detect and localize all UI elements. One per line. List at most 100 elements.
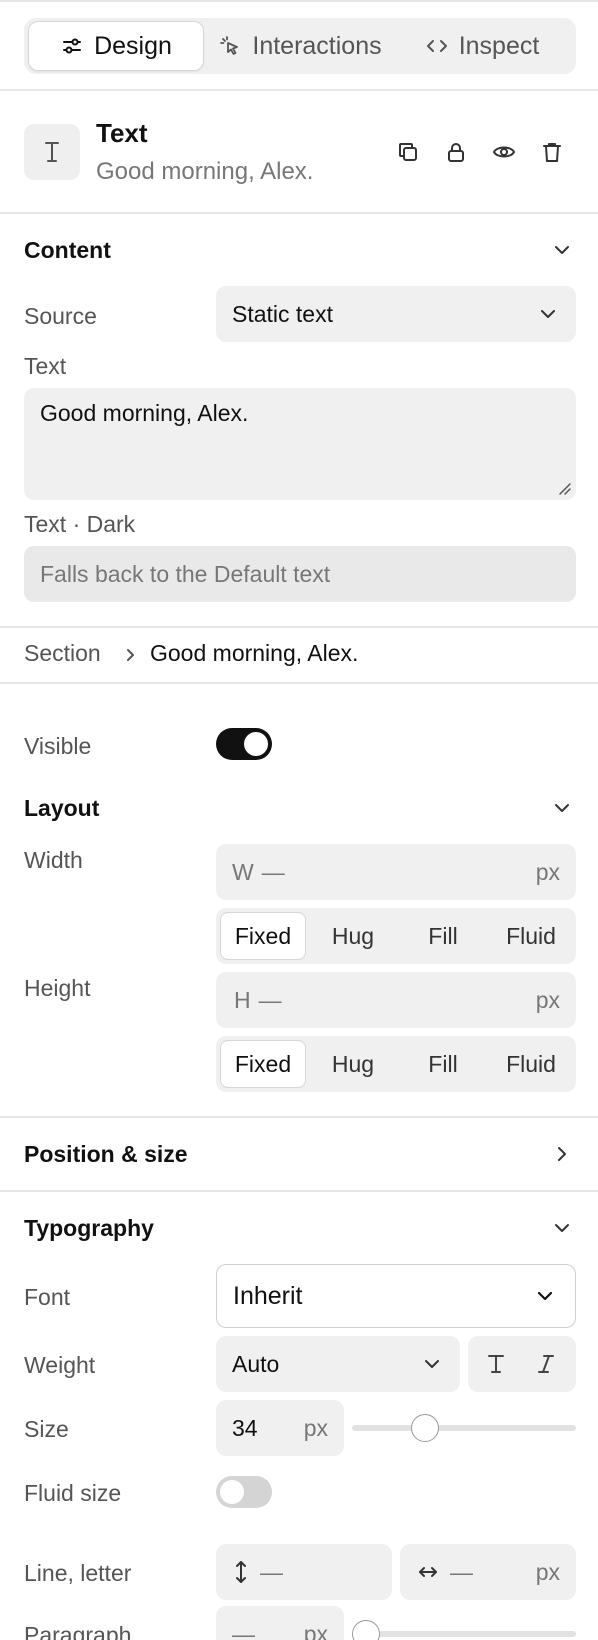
upright-style-button[interactable] [476, 1344, 516, 1384]
content-divider [0, 626, 598, 628]
layout-section-title: Layout [24, 795, 100, 821]
height-mode-fill[interactable]: Fill [400, 1040, 486, 1088]
visibility-button[interactable] [488, 136, 520, 168]
text-label: Text [24, 353, 67, 379]
size-value: 34 [232, 1414, 258, 1441]
height-value: — [258, 986, 282, 1013]
position-size-section-title[interactable]: Position & size [24, 1141, 188, 1168]
chevron-right-icon [127, 649, 134, 661]
layout-divider [0, 1116, 598, 1118]
letter-spacing-unit: px [535, 1558, 560, 1585]
height-mode-fixed[interactable]: Fixed [220, 1040, 306, 1088]
size-slider-thumb[interactable] [410, 1414, 439, 1442]
text-dark-placeholder: Falls back to the Default text [40, 560, 331, 587]
delete-button[interactable] [536, 136, 568, 168]
tab-interactions[interactable]: Interactions [210, 21, 390, 71]
eye-icon [493, 146, 515, 158]
height-label: Height [24, 975, 91, 1001]
tab-inspect[interactable]: Inspect [398, 21, 566, 71]
size-unit: px [303, 1414, 328, 1441]
code-brackets-icon [426, 40, 447, 52]
breadcrumb-divider [0, 682, 598, 684]
content-section-title: Content [24, 237, 111, 263]
paragraph-label: Paragraph [24, 1622, 132, 1640]
paragraph-unit: px [303, 1620, 328, 1640]
width-mode-fill[interactable]: Fill [400, 912, 486, 960]
weight-select[interactable]: Auto [216, 1336, 460, 1392]
duplicate-button[interactable] [392, 136, 424, 168]
width-mode-fluid[interactable]: Fluid [488, 912, 574, 960]
position-divider [0, 1190, 598, 1192]
width-mode-fixed[interactable]: Fixed [220, 912, 306, 960]
size-input[interactable]: 34 px [216, 1400, 344, 1456]
letter-spacing-value: — [450, 1558, 473, 1585]
width-input[interactable]: W — px [216, 844, 576, 900]
letter-spacing-input[interactable]: — px [400, 1544, 576, 1600]
chevron-down-icon[interactable] [550, 796, 574, 820]
top-divider [0, 0, 598, 2]
resize-handle-icon[interactable] [556, 480, 572, 496]
height-prefix: H [234, 986, 251, 1013]
font-label: Font [24, 1284, 71, 1310]
tabs-divider [0, 89, 598, 91]
paragraph-slider[interactable] [352, 1620, 576, 1640]
chevron-down-icon [537, 1291, 553, 1301]
header-divider [0, 212, 598, 214]
toggle-knob [244, 732, 268, 756]
height-unit: px [535, 986, 560, 1013]
chevron-down-icon[interactable] [550, 238, 574, 262]
paragraph-value: — [232, 1620, 255, 1640]
sliders-icon [63, 38, 82, 54]
text-dark-label: Text · Dark [24, 511, 136, 537]
element-title: Text [96, 118, 148, 148]
breadcrumb-current: Good morning, Alex. [150, 640, 359, 666]
line-height-value: — [260, 1558, 283, 1585]
duplicate-icon [399, 143, 417, 161]
chevron-right-icon[interactable] [550, 1142, 574, 1166]
text-value: Good morning, Alex. [40, 400, 249, 426]
height-mode-segmented: Fixed Hug Fill Fluid [216, 1036, 576, 1092]
line-letter-label: Line, letter [24, 1560, 132, 1586]
tab-design[interactable]: Design [28, 21, 204, 71]
weight-label: Weight [24, 1352, 96, 1378]
source-label: Source [24, 303, 97, 329]
text-textarea[interactable]: Good morning, Alex. [24, 388, 576, 500]
lock-button[interactable] [440, 136, 472, 168]
source-select[interactable]: Static text [216, 286, 576, 342]
font-value: Inherit [233, 1281, 303, 1310]
panel-tabs: Design Interactions Inspect [24, 18, 576, 74]
letter-spacing-icon [419, 1567, 437, 1577]
text-italic-icon [538, 1355, 554, 1373]
width-mode-segmented: Fixed Hug Fill Fluid [216, 908, 576, 964]
width-value: — [261, 858, 285, 885]
breadcrumb-parent[interactable]: Section [24, 640, 101, 667]
lock-icon [448, 143, 464, 162]
italic-style-button[interactable] [526, 1344, 566, 1384]
weight-value: Auto [232, 1350, 280, 1377]
size-slider[interactable] [352, 1414, 576, 1442]
visible-label: Visible [24, 733, 92, 759]
paragraph-input[interactable]: — px [216, 1606, 344, 1640]
height-mode-hug[interactable]: Hug [310, 1040, 396, 1088]
typography-section-title: Typography [24, 1215, 154, 1241]
chevron-down-icon[interactable] [550, 1216, 574, 1240]
size-label: Size [24, 1416, 69, 1442]
pointer-click-icon [220, 36, 239, 55]
width-mode-hug[interactable]: Hug [310, 912, 396, 960]
fluid-size-toggle[interactable] [216, 1476, 272, 1508]
height-mode-fluid[interactable]: Fluid [488, 1040, 574, 1088]
element-subtitle: Good morning, Alex. [96, 158, 314, 185]
paragraph-slider-thumb[interactable] [352, 1620, 380, 1640]
height-input[interactable]: H — px [216, 972, 576, 1028]
chevron-down-icon [541, 310, 555, 318]
font-style-group [468, 1336, 576, 1392]
tab-design-label: Design [94, 31, 172, 60]
trash-icon [543, 143, 561, 162]
text-upright-icon [488, 1355, 504, 1373]
text-dark-input[interactable]: Falls back to the Default text [24, 546, 576, 602]
fluid-size-label: Fluid size [24, 1480, 122, 1506]
font-select[interactable]: Inherit [216, 1264, 576, 1328]
visible-toggle[interactable] [216, 728, 272, 760]
line-height-input[interactable]: — [216, 1544, 392, 1600]
design-panel: Design Interactions Inspect Text Good mo… [0, 0, 598, 1640]
